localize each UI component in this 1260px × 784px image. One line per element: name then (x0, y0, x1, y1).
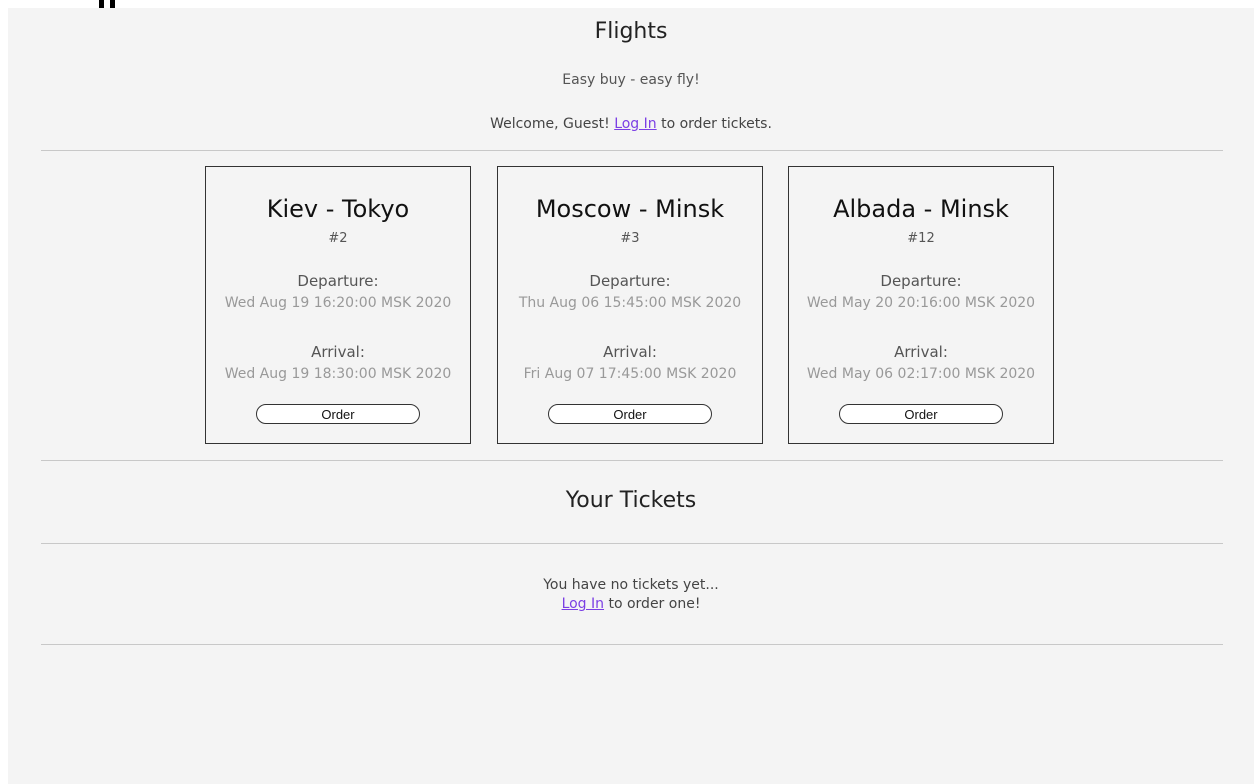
login-prompt-suffix: to order one! (604, 596, 701, 612)
welcome-suffix: to order tickets. (656, 116, 772, 132)
page: Flights Easy buy - easy fly! Welcome, Gu… (8, 8, 1254, 784)
arrival-date: Fri Aug 07 17:45:00 MSK 2020 (523, 366, 737, 382)
divider (41, 460, 1223, 461)
departure-date: Wed Aug 19 16:20:00 MSK 2020 (224, 295, 452, 311)
flight-route: Albada - Minsk (833, 195, 1009, 223)
flight-number: #3 (620, 231, 640, 246)
flight-card: Albada - Minsk #12 Departure: Wed May 20… (788, 166, 1054, 444)
tickets-empty-message: You have no tickets yet... Log In to ord… (8, 576, 1254, 614)
flight-route: Kiev - Tokyo (266, 195, 410, 223)
arrival-label: Arrival: (894, 343, 948, 361)
divider (41, 644, 1223, 645)
divider (41, 150, 1223, 151)
departure-label: Departure: (589, 272, 671, 290)
order-button[interactable]: Order (548, 404, 712, 424)
arrival-label: Arrival: (311, 343, 365, 361)
tagline: Easy buy - easy fly! (562, 72, 700, 88)
flight-card: Moscow - Minsk #3 Departure: Thu Aug 06 … (497, 166, 763, 444)
departure-date: Wed May 20 20:16:00 MSK 2020 (806, 295, 1036, 311)
arrival-label: Arrival: (603, 343, 657, 361)
welcome-prefix: Welcome, Guest! (490, 116, 615, 132)
flight-route: Moscow - Minsk (535, 195, 725, 223)
clipped-logo-icon (97, 0, 119, 8)
page-title: Flights (594, 19, 668, 44)
flight-card: Kiev - Tokyo #2 Departure: Wed Aug 19 16… (205, 166, 471, 444)
arrival-date: Wed May 06 02:17:00 MSK 2020 (806, 366, 1036, 382)
order-button[interactable]: Order (256, 404, 420, 424)
welcome-message: Welcome, Guest! Log In to order tickets. (8, 116, 1254, 132)
flight-number: #12 (907, 231, 935, 246)
login-link[interactable]: Log In (562, 596, 604, 612)
login-link[interactable]: Log In (614, 116, 656, 132)
flight-number: #2 (328, 231, 348, 246)
flight-list: Kiev - Tokyo #2 Departure: Wed Aug 19 16… (8, 166, 1254, 448)
no-tickets-text: You have no tickets yet... (543, 577, 719, 593)
departure-label: Departure: (880, 272, 962, 290)
tickets-title: Your Tickets (565, 488, 697, 513)
departure-label: Departure: (297, 272, 379, 290)
arrival-date: Wed Aug 19 18:30:00 MSK 2020 (224, 366, 452, 382)
departure-date: Thu Aug 06 15:45:00 MSK 2020 (518, 295, 742, 311)
divider (41, 543, 1223, 544)
login-prompt: Log In to order one! (8, 595, 1254, 614)
order-button[interactable]: Order (839, 404, 1003, 424)
